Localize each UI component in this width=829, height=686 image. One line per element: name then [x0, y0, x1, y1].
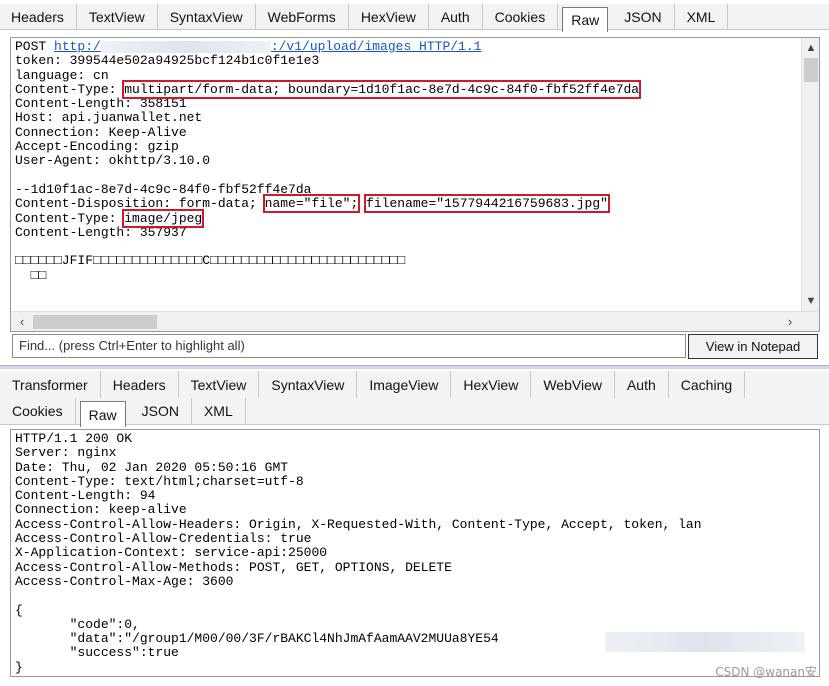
part-disposition-key: Content-Disposition: form-data;: [15, 196, 265, 212]
header-content-length: Content-Length: 358151: [15, 96, 187, 112]
tab-webforms[interactable]: WebForms: [256, 4, 349, 29]
pane-splitter[interactable]: [0, 365, 829, 369]
header-token: token: 399544e502a94925bcf124b1c0f1e1e3: [15, 53, 320, 69]
request-url-suffix[interactable]: :/v1/upload/images HTTP/1.1: [271, 39, 482, 54]
tab-raw[interactable]: Raw: [562, 7, 609, 32]
response-line: HTTP/1.1 200 OK: [15, 431, 133, 446]
tab-hexview[interactable]: HexView: [349, 4, 429, 29]
horizontal-scroll-thumb[interactable]: [33, 315, 157, 329]
find-input[interactable]: Find... (press Ctrl+Enter to highlight a…: [12, 334, 686, 358]
watermark: CSDN @wanan安: [715, 665, 817, 679]
content-type-highlight: multipart/form-data; boundary=1d10f1ac-8…: [122, 79, 642, 99]
part-content-type-highlight: image/jpeg: [122, 208, 205, 228]
tab-textview[interactable]: TextView: [77, 4, 158, 29]
request-tabbar: Headers TextView SyntaxView WebForms Hex…: [0, 4, 829, 32]
response-tabbar-row2: Cookies Raw JSON XML: [0, 398, 829, 427]
tab-cookies[interactable]: Cookies: [483, 4, 559, 29]
tab-xml[interactable]: XML: [192, 398, 246, 424]
response-line: Access-Control-Allow-Credentials: true: [15, 531, 312, 547]
scroll-down-icon[interactable]: ▼: [802, 293, 819, 309]
response-line: X-Application-Context: service-api:25000: [15, 545, 328, 561]
tab-textview[interactable]: TextView: [179, 371, 260, 398]
request-vertical-scrollbar[interactable]: ▲ ▼: [801, 38, 819, 311]
request-url-prefix[interactable]: http:/: [54, 39, 101, 54]
header-accept-encoding: Accept-Encoding: gzip: [15, 139, 179, 155]
request-horizontal-scrollbar[interactable]: ‹ ›: [11, 311, 819, 331]
redacted-host: [100, 40, 271, 53]
request-raw-text: POST http:/ :/v1/upload/images HTTP/1.1 t…: [15, 39, 642, 283]
tab-auth[interactable]: Auth: [615, 371, 669, 398]
part-name-highlight: name="file";: [262, 194, 361, 214]
response-line: "data":"/group1/M00/00/3F/rBAKCl4NhJmAfA…: [15, 631, 499, 647]
binary-data-line-2: □□: [15, 267, 47, 283]
header-host: Host: api.juanwallet.net: [15, 110, 203, 126]
response-line: "code":0,: [15, 616, 140, 632]
response-line: Access-Control-Allow-Methods: POST, GET,…: [15, 559, 452, 575]
response-line: Connection: keep-alive: [15, 502, 187, 518]
tab-imageview[interactable]: ImageView: [357, 371, 452, 398]
header-content-type-key: Content-Type:: [15, 81, 125, 97]
response-line: }: [15, 659, 23, 675]
tab-xml[interactable]: XML: [675, 4, 729, 29]
response-line: Content-Length: 94: [15, 488, 156, 504]
tab-transformer[interactable]: Transformer: [0, 371, 101, 398]
redacted-data: [605, 632, 805, 652]
multipart-boundary: --1d10f1ac-8e7d-4c9c-84f0-fbf52ff4e7da: [15, 181, 312, 197]
response-line: {: [15, 602, 23, 618]
response-tabbar-row1: Transformer Headers TextView SyntaxView …: [0, 371, 829, 398]
response-raw-pane[interactable]: HTTP/1.1 200 OK Server: nginx Date: Thu, 0…: [10, 429, 820, 677]
scroll-left-icon[interactable]: ‹: [13, 312, 31, 331]
view-in-notepad-button[interactable]: View in Notepad: [688, 334, 818, 359]
request-method: POST: [15, 39, 55, 54]
response-line: "success":true: [15, 645, 179, 661]
part-filename-highlight: filename="1577944216759683.jpg": [364, 194, 610, 214]
response-line: Access-Control-Allow-Headers: Origin, X-…: [15, 516, 702, 532]
tab-syntaxview[interactable]: SyntaxView: [259, 371, 358, 398]
header-user-agent: User-Agent: okhttp/3.10.0: [15, 153, 211, 169]
tab-raw[interactable]: Raw: [79, 401, 126, 427]
part-content-length: Content-Length: 357937: [15, 224, 187, 240]
tab-syntaxview[interactable]: SyntaxView: [158, 4, 256, 29]
response-line: Date: Thu, 02 Jan 2020 05:50:16 GMT: [15, 459, 289, 475]
tab-headers[interactable]: Headers: [101, 371, 179, 398]
response-line: Server: nginx: [15, 445, 117, 461]
part-content-type-key: Content-Type:: [15, 210, 125, 226]
tab-caching[interactable]: Caching: [669, 371, 746, 398]
tab-auth[interactable]: Auth: [429, 4, 483, 29]
binary-data-line: □□□□□□JFIF□□□□□□□□□□□□□□C□□□□□□□□□□□□□□□…: [15, 253, 406, 269]
response-raw-text: HTTP/1.1 200 OK Server: nginx Date: Thu, 0…: [15, 431, 702, 675]
scroll-thumb[interactable]: [804, 58, 818, 82]
tab-cookies[interactable]: Cookies: [0, 398, 76, 424]
header-language: language: cn: [15, 67, 109, 83]
tab-json[interactable]: JSON: [612, 4, 675, 29]
scroll-up-icon[interactable]: ▲: [802, 40, 819, 56]
response-line: [15, 589, 702, 603]
tab-hexview[interactable]: HexView: [451, 371, 532, 398]
response-line: Access-Control-Max-Age: 3600: [15, 573, 234, 589]
request-raw-pane[interactable]: POST http:/ :/v1/upload/images HTTP/1.1 t…: [10, 37, 820, 332]
tab-json[interactable]: JSON: [130, 398, 192, 424]
header-connection: Connection: Keep-Alive: [15, 124, 187, 140]
tab-headers[interactable]: Headers: [0, 4, 77, 29]
tab-webview[interactable]: WebView: [531, 371, 615, 398]
scroll-right-icon[interactable]: ›: [781, 312, 799, 331]
response-line: Content-Type: text/html;charset=utf-8: [15, 473, 304, 489]
